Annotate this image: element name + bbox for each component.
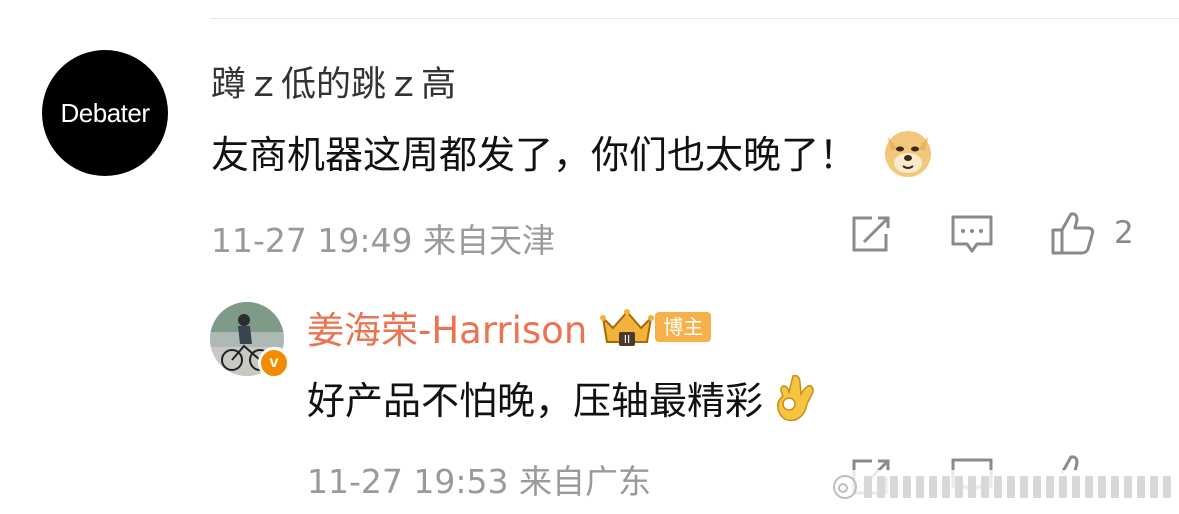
avatar[interactable]: Debater [42,50,168,176]
share-icon [852,216,890,252]
reply-body: 好产品不怕晚，压轴最精彩 [307,379,764,423]
comment-icon [951,215,993,253]
comment-location: 来自天津 [422,221,555,260]
avatar-label: Debater [60,97,151,128]
reply-text: 好产品不怕晚，压轴最精彩 [307,370,821,425]
reply-meta: 11-27 19:53 来自广东 [307,455,651,503]
comment-button[interactable] [950,214,994,254]
thumbs-up-icon [1051,212,1095,255]
weibo-logo-icon [833,475,857,499]
reply-username[interactable]: 姜海荣-Harrison [307,300,587,354]
top-divider [210,18,1179,19]
watermark-text-obscured [864,476,1171,498]
ok-hand-emoji-icon [776,374,814,421]
reply-location: 来自广东 [518,462,651,501]
like-button[interactable]: 2 [1050,210,1134,256]
comment-body: 友商机器这周都发了，你们也太晚了！ [211,133,858,177]
svg-text:II: II [624,333,631,346]
comment-username[interactable]: 蹲ｚ低的跳ｚ高 [211,56,456,107]
reply-timestamp: 11-27 19:53 [307,462,509,501]
comment-timestamp: 11-27 19:49 [211,221,413,260]
verified-badge: v [258,347,290,379]
share-button[interactable] [850,214,892,254]
doge-emoji-icon [885,130,932,177]
blogger-badge: 博主 [655,312,712,342]
comment-meta: 11-27 19:49 来自天津 [211,214,555,262]
like-count: 2 [1114,215,1134,251]
crown-icon: II [600,309,655,346]
watermark [826,470,1179,504]
comment-text: 友商机器这周都发了，你们也太晚了！ [211,124,935,179]
reply-username-row: 姜海荣-Harrison II 博主 [307,300,712,354]
